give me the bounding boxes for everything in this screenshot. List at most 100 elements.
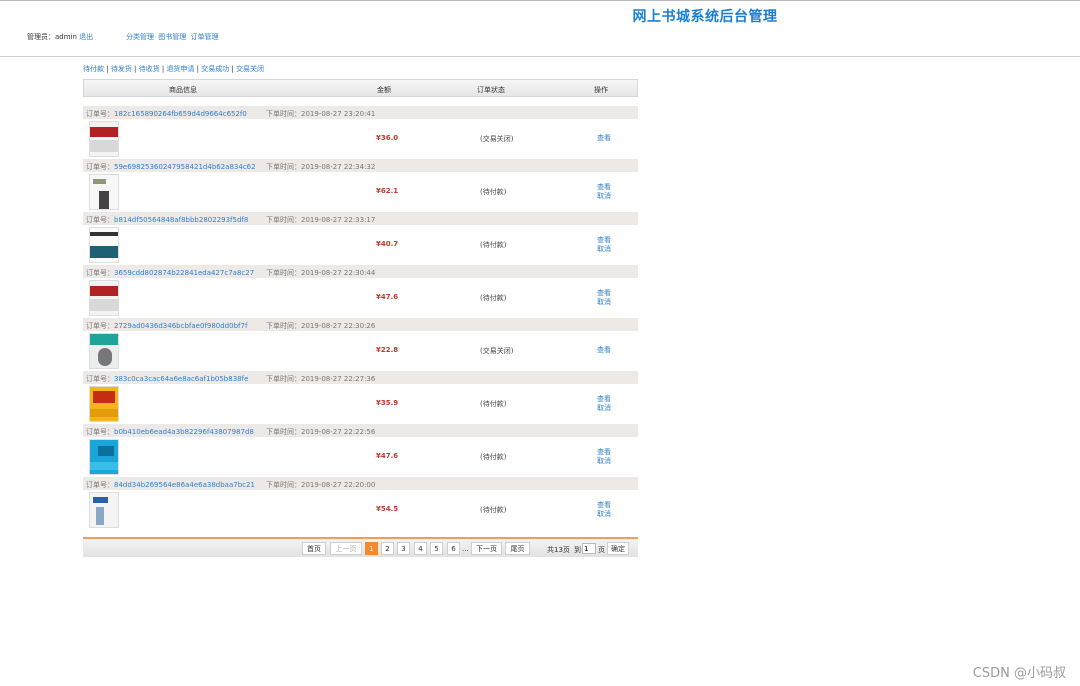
order-id-label: 订单号： (86, 269, 114, 277)
book-cover-image[interactable] (89, 174, 119, 210)
order-id-field: 订单号：b814df50564848af8bbb2802293f5df8 (86, 215, 248, 225)
filter-pending-receipt[interactable]: 待收货 (139, 65, 160, 73)
order-amount: ¥47.6 (376, 452, 399, 460)
cancel-order-link[interactable]: 取消 (597, 192, 611, 201)
order-time-label: 下单时间： (266, 110, 301, 118)
cancel-order-link[interactable]: 取消 (597, 298, 611, 307)
order-amount: ¥36.0 (376, 134, 399, 142)
order-time: 2019-08-27 22:33:17 (301, 216, 376, 224)
order-id-label: 订单号： (86, 110, 114, 118)
order-status: (交易关闭) (480, 135, 514, 143)
cancel-order-link[interactable]: 取消 (597, 245, 611, 254)
filter-pending-payment[interactable]: 待付款 (83, 65, 104, 73)
view-order-link[interactable]: 查看 (597, 448, 611, 457)
order-status: (待付款) (480, 400, 507, 408)
order-id-link[interactable]: 59e69825360247958421d4b62a834c62 (114, 163, 256, 171)
order-row: 订单号：182c165890264fb659d4d9664c652f0 下单时间… (83, 106, 638, 159)
order-time-label: 下单时间： (266, 375, 301, 383)
filter-closed[interactable]: 交易关闭 (236, 65, 264, 73)
order-id-link[interactable]: 3659cdd802874b22841eda427c7a8c27 (114, 269, 254, 277)
page-prev-button[interactable]: 上一页 (330, 542, 362, 555)
book-cover-image[interactable] (89, 439, 119, 475)
cancel-order-link[interactable]: 取消 (597, 457, 611, 466)
book-cover-image[interactable] (89, 280, 119, 316)
order-time: 2019-08-27 22:34:32 (301, 163, 376, 171)
order-id-link[interactable]: b0b410eb6ead4a3b82296f43807987d8 (114, 428, 254, 436)
page-number-1[interactable]: 1 (365, 542, 378, 555)
cancel-order-link[interactable]: 取消 (597, 510, 611, 519)
page-number-6[interactable]: 6 (447, 542, 460, 555)
order-time-field: 下单时间：2019-08-27 22:27:36 (266, 374, 375, 384)
top-nav: 分类管理 图书管理 订单管理 (126, 32, 220, 42)
book-cover-image[interactable] (89, 386, 119, 422)
order-amount: ¥47.6 (376, 293, 399, 301)
order-amount: ¥40.7 (376, 240, 399, 248)
order-id-label: 订单号： (86, 481, 114, 489)
page-number-5[interactable]: 5 (430, 542, 443, 555)
page-number-2[interactable]: 2 (381, 542, 394, 555)
order-id-link[interactable]: 383c0ca3cac64a6e8ac6af1b05b838fe (114, 375, 248, 383)
page-goto-input[interactable] (582, 543, 596, 554)
book-cover-image[interactable] (89, 492, 119, 528)
order-id-field: 订单号：3659cdd802874b22841eda427c7a8c27 (86, 268, 254, 278)
order-actions: 查看 取消 (597, 501, 611, 519)
order-row: 订单号：383c0ca3cac64a6e8ac6af1b05b838fe 下单时… (83, 371, 638, 424)
table-header: 商品信息 金额 订单状态 操作 (83, 79, 638, 97)
order-time: 2019-08-27 22:30:44 (301, 269, 376, 277)
order-header: 订单号：3659cdd802874b22841eda427c7a8c27 下单时… (83, 265, 638, 278)
page-last-button[interactable]: 尾页 (505, 542, 530, 555)
filter-completed[interactable]: 交易成功 (201, 65, 229, 73)
view-order-link[interactable]: 查看 (597, 395, 611, 404)
order-actions: 查看 (597, 134, 611, 143)
order-status: (待付款) (480, 188, 507, 196)
orders-panel: 商品信息 金额 订单状态 操作 订单号：182c165890264fb659d4… (83, 79, 638, 530)
nav-book-management[interactable]: 图书管理 (158, 33, 186, 41)
page-ellipsis: ... (462, 545, 469, 553)
order-actions: 查看 取消 (597, 183, 611, 201)
page-confirm-button[interactable]: 确定 (607, 542, 629, 555)
order-id-label: 订单号： (86, 322, 114, 330)
filter-pending-shipment[interactable]: 待发货 (111, 65, 132, 73)
order-id-link[interactable]: 182c165890264fb659d4d9664c652f0 (114, 110, 247, 118)
order-time-field: 下单时间：2019-08-27 22:22:56 (266, 427, 375, 437)
order-header: 订单号：2729ad0436d346bcbfae0f980dd0bf7f 下单时… (83, 318, 638, 331)
col-status: 订单状态 (477, 86, 505, 94)
nav-category-management[interactable]: 分类管理 (126, 33, 154, 41)
page-number-3[interactable]: 3 (397, 542, 410, 555)
view-order-link[interactable]: 查看 (597, 236, 611, 245)
col-product: 商品信息 (169, 86, 197, 94)
order-row: 订单号：84dd34b269564e86a4e6a38dbaa7bc21 下单时… (83, 477, 638, 530)
book-cover-image[interactable] (89, 227, 119, 263)
book-cover-image[interactable] (89, 121, 119, 157)
col-actions: 操作 (594, 86, 608, 94)
order-amount: ¥62.1 (376, 187, 399, 195)
cancel-order-link[interactable]: 取消 (597, 404, 611, 413)
order-time-label: 下单时间： (266, 428, 301, 436)
page-next-button[interactable]: 下一页 (471, 542, 502, 555)
page-first-button[interactable]: 首页 (302, 542, 326, 555)
view-order-link[interactable]: 查看 (597, 183, 611, 192)
book-cover-image[interactable] (89, 333, 119, 369)
top-border (0, 0, 1080, 1)
order-id-field: 订单号：383c0ca3cac64a6e8ac6af1b05b838fe (86, 374, 248, 384)
admin-label: 管理员： (27, 33, 55, 41)
admin-name: admin (55, 33, 77, 41)
order-header: 订单号：182c165890264fb659d4d9664c652f0 下单时间… (83, 106, 638, 119)
page-goto-label: 到 (574, 546, 581, 554)
pagination: 首页 上一页 1 2 3 4 5 6 ... 下一页 尾页 共13页 到 页 确… (83, 537, 638, 557)
watermark: CSDN @小码叔 (972, 666, 1066, 681)
logout-link[interactable]: 退出 (79, 33, 93, 41)
view-order-link[interactable]: 查看 (597, 501, 611, 510)
order-header: 订单号：59e69825360247958421d4b62a834c62 下单时… (83, 159, 638, 172)
page-number-4[interactable]: 4 (414, 542, 427, 555)
order-id-link[interactable]: b814df50564848af8bbb2802293f5df8 (114, 216, 248, 224)
order-id-link[interactable]: 84dd34b269564e86a4e6a38dbaa7bc21 (114, 481, 255, 489)
filter-return-request[interactable]: 退货申请 (166, 65, 194, 73)
order-id-link[interactable]: 2729ad0436d346bcbfae0f980dd0bf7f (114, 322, 247, 330)
view-order-link[interactable]: 查看 (597, 346, 611, 355)
order-actions: 查看 取消 (597, 236, 611, 254)
view-order-link[interactable]: 查看 (597, 134, 611, 143)
nav-order-management[interactable]: 订单管理 (190, 33, 218, 41)
view-order-link[interactable]: 查看 (597, 289, 611, 298)
order-time-field: 下单时间：2019-08-27 23:20:41 (266, 109, 375, 119)
